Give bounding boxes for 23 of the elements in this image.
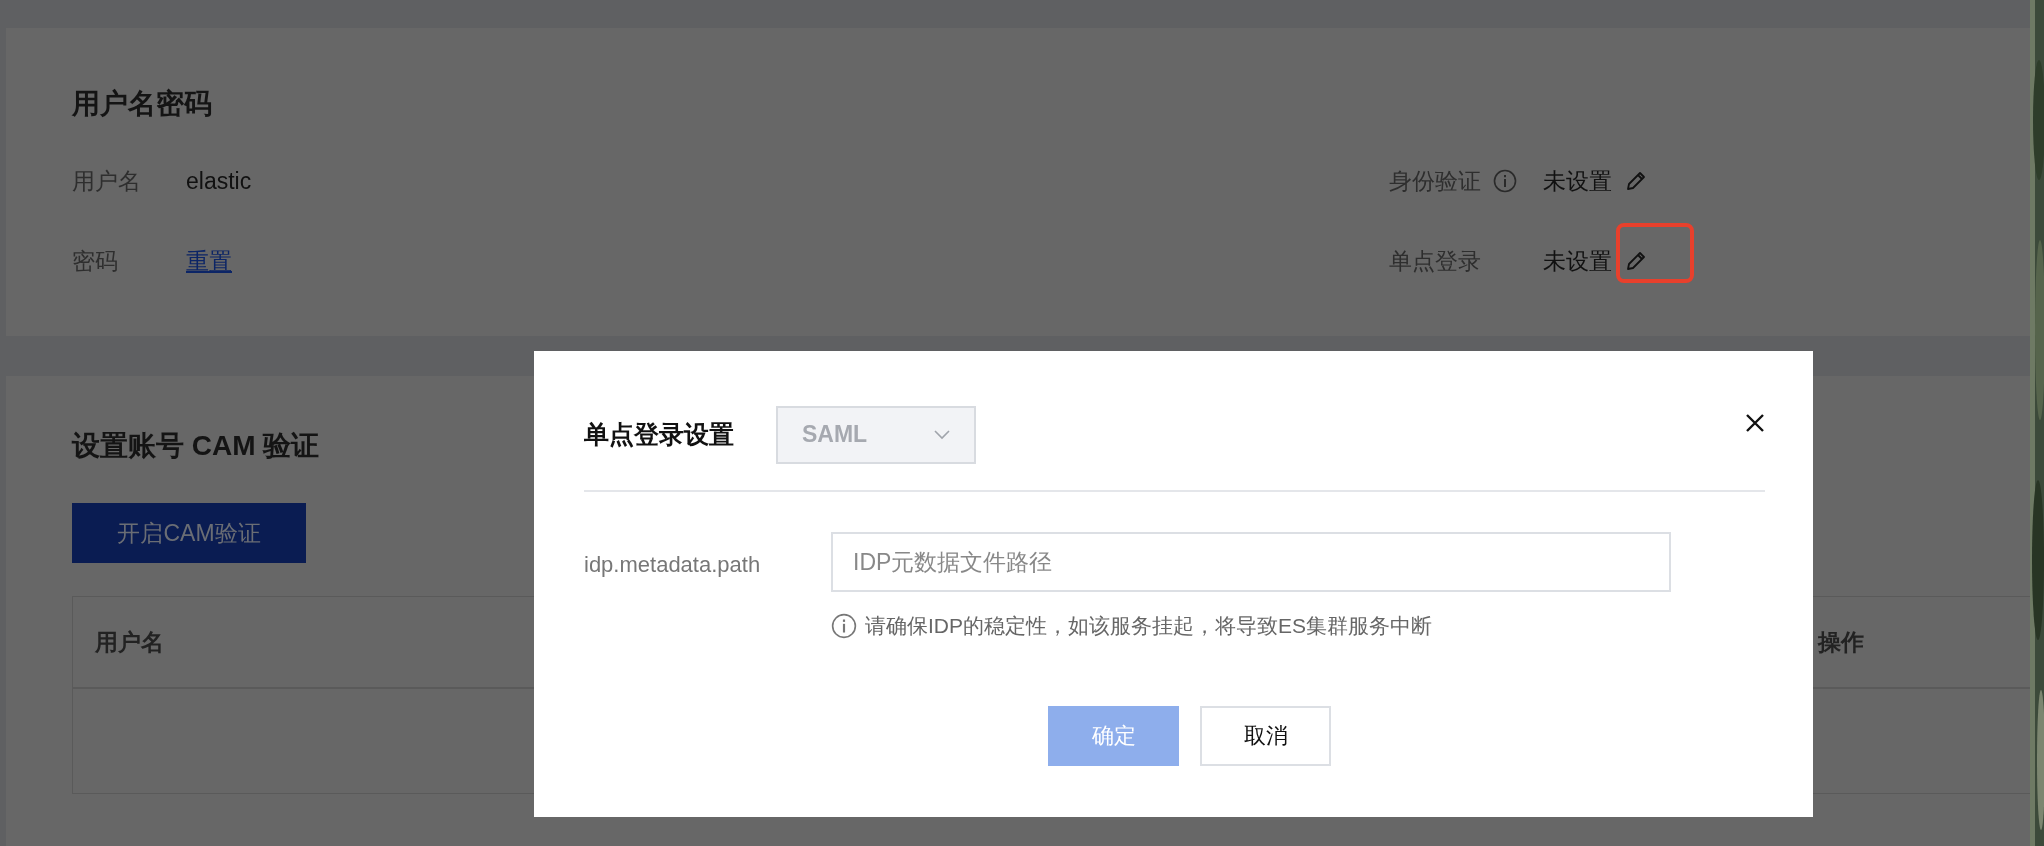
chevron-down-icon — [934, 429, 950, 440]
field-label: 用户名 — [72, 166, 142, 196]
column-header: 操作 — [1818, 628, 1864, 655]
pencil-icon[interactable] — [1624, 249, 1648, 273]
card-title: 设置账号 CAM 验证 — [72, 432, 320, 460]
column-header: 用户名 — [95, 628, 164, 655]
dialog-title: 单点登录设置 — [584, 419, 734, 450]
field-label: 密码 — [72, 246, 119, 276]
setting-value: 未设置 — [1543, 166, 1612, 196]
enable-cam-button[interactable]: 开启CAM验证 — [72, 503, 306, 563]
reset-link[interactable]: 重置 — [186, 245, 232, 277]
pencil-icon[interactable] — [1624, 169, 1648, 193]
info-icon — [831, 613, 857, 639]
setting-label: 单点登录 — [1389, 246, 1481, 276]
field-label: idp.metadata.path — [584, 551, 762, 579]
input-field[interactable]: IDP元数据文件路径 — [831, 532, 1671, 592]
field-value: elastic — [186, 167, 252, 195]
close-icon[interactable] — [1745, 413, 1765, 433]
cancel-button[interactable]: 取消 — [1200, 706, 1331, 766]
card-title: 用户名密码 — [72, 90, 212, 118]
hint-text: 请确保IDP的稳定性，如该服务挂起，将导致ES集群服务中断 — [865, 613, 1433, 639]
setting-value: 未设置 — [1543, 246, 1612, 276]
setting-label: 身份验证 — [1389, 166, 1481, 196]
